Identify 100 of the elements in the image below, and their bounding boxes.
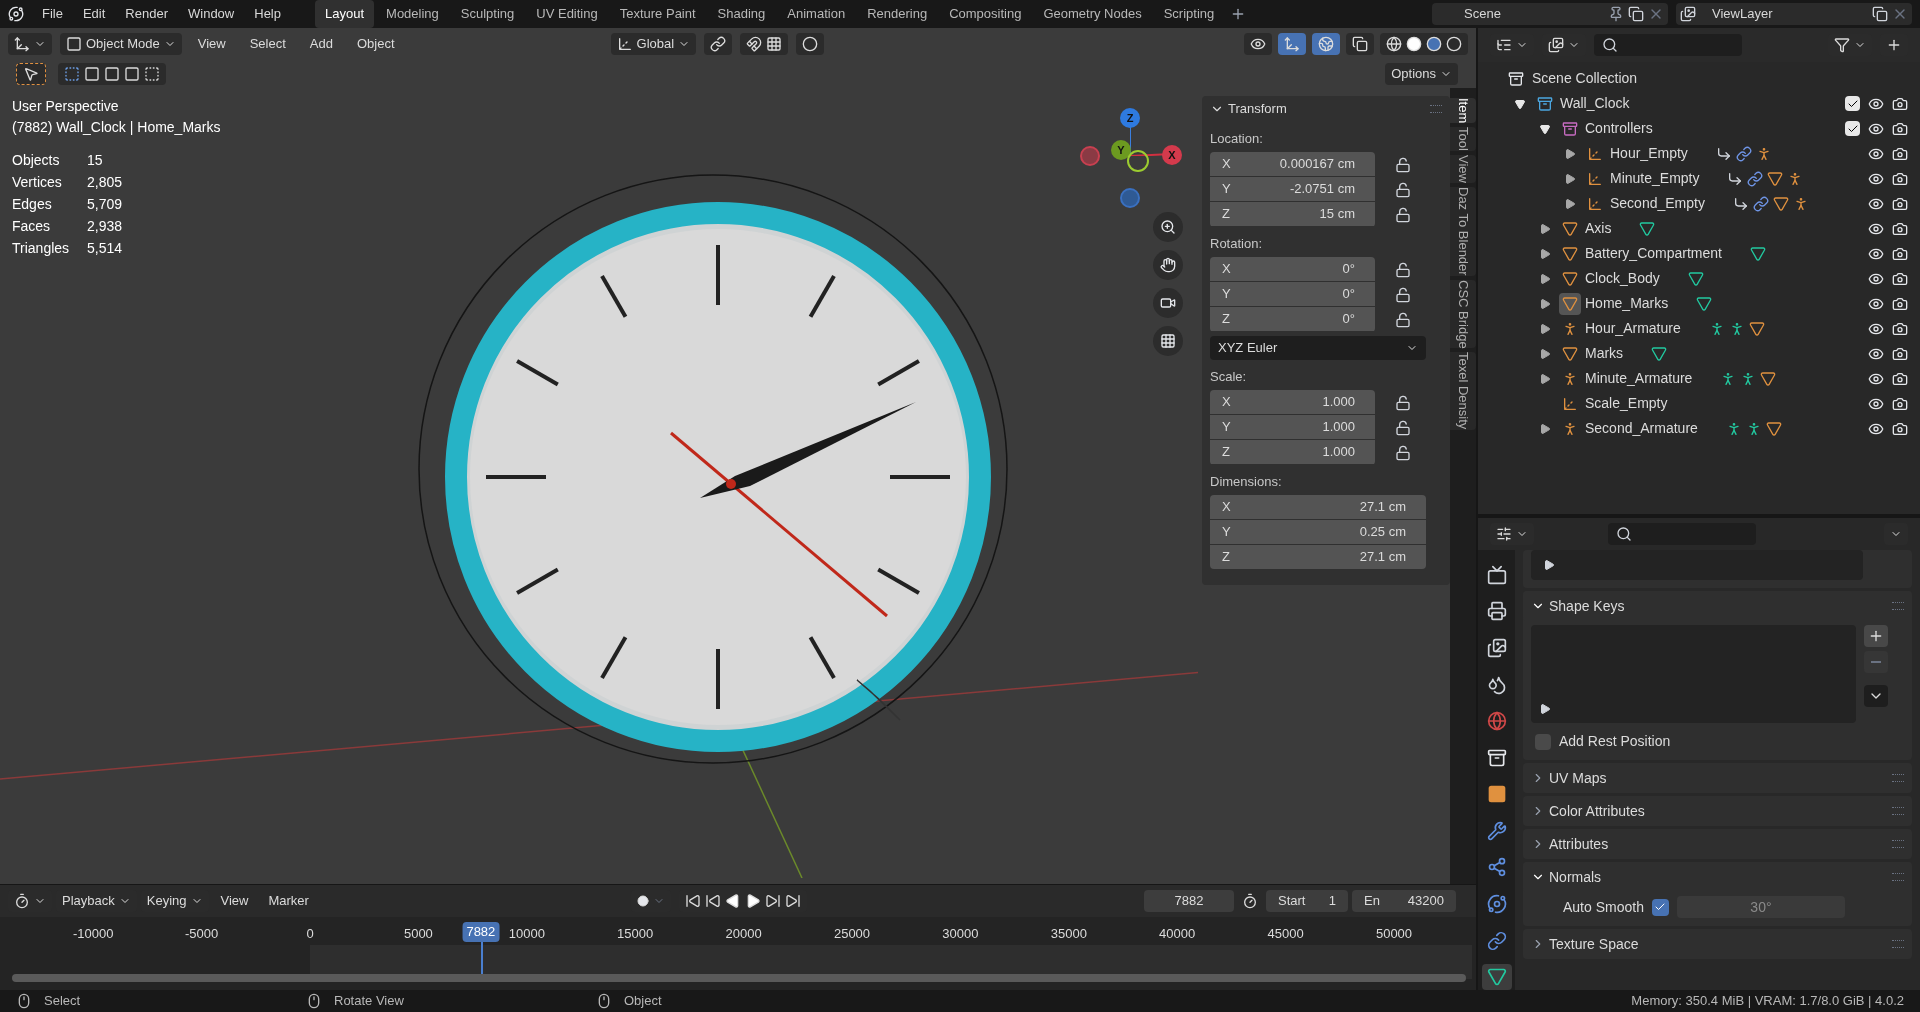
number-field[interactable]: Y 1.000 [1210, 415, 1375, 439]
camera-icon[interactable] [1892, 395, 1908, 412]
camera-icon[interactable] [1892, 120, 1908, 137]
outliner-item[interactable]: Controllers [1585, 118, 1653, 139]
current-frame-field[interactable]: 7882 [1144, 890, 1234, 912]
xray-button[interactable] [1346, 33, 1374, 55]
outliner-item[interactable]: Hour_Empty [1610, 143, 1688, 164]
collapsed-triangle-icon[interactable] [1539, 247, 1551, 260]
unlocked-icon[interactable] [1395, 286, 1411, 303]
outliner-item[interactable]: Scene Collection [1532, 68, 1638, 89]
checkbox[interactable] [1845, 121, 1860, 136]
number-field[interactable]: Y -2.0751 cm [1210, 177, 1375, 201]
outliner-item[interactable]: Second_Empty [1610, 193, 1705, 214]
shading-buttons[interactable] [1380, 33, 1468, 55]
menu-item[interactable]: Add [301, 34, 341, 54]
drag-handle-icon[interactable] [1892, 940, 1904, 948]
outliner-item[interactable]: Minute_Armature [1585, 368, 1693, 389]
axis-button[interactable]: Y [1111, 140, 1131, 160]
workspace-tab[interactable]: UV Editing [526, 0, 608, 28]
keyframe-forward-icon[interactable] [764, 893, 781, 909]
keyframe-back-icon[interactable] [704, 893, 721, 909]
link-icon[interactable] [1747, 170, 1764, 187]
outliner-item[interactable]: Clock_Body [1585, 268, 1660, 289]
collapsed-triangle-icon[interactable] [1564, 147, 1576, 160]
selection-mode-buttons[interactable] [58, 63, 166, 85]
panel-title[interactable]: Transform [1228, 99, 1287, 119]
menu-button[interactable] [1864, 685, 1888, 707]
remove-button[interactable] [1864, 651, 1888, 673]
drag-handle-icon[interactable] [1892, 873, 1904, 881]
menu-item[interactable]: Marker [260, 891, 317, 911]
camera-icon[interactable] [1892, 345, 1908, 362]
checkbox[interactable] [1535, 733, 1551, 750]
play-icon[interactable] [1539, 703, 1551, 715]
select-tool-button[interactable] [16, 63, 46, 85]
axis-button[interactable]: X [1162, 145, 1182, 165]
number-field[interactable]: Z 15 cm [1210, 202, 1375, 226]
play-icon[interactable] [1543, 559, 1555, 571]
panel-header[interactable]: Attributes [1523, 829, 1912, 859]
axis-button[interactable]: Z [1120, 108, 1140, 128]
sidebar-tab[interactable]: Texel Density [1450, 352, 1476, 430]
copy-icon[interactable] [1872, 6, 1888, 22]
collapsed-triangle-icon[interactable] [1564, 172, 1576, 185]
triangle-icon[interactable] [1749, 245, 1766, 262]
expanded-triangle-icon[interactable] [1539, 122, 1551, 135]
search-field[interactable] [1608, 523, 1756, 545]
drag-handle-icon[interactable] [1892, 807, 1904, 815]
camera-icon[interactable] [1892, 295, 1908, 312]
camera-icon[interactable] [1892, 270, 1908, 287]
options-dropdown[interactable]: Options [1385, 63, 1458, 85]
outliner-item[interactable]: Hour_Armature [1585, 318, 1681, 339]
number-field[interactable]: Z 1.000 [1210, 440, 1375, 464]
collapsed-triangle-icon[interactable] [1539, 297, 1551, 310]
menu-item[interactable]: View [212, 891, 257, 911]
sidebar-tab[interactable]: Tool [1450, 127, 1476, 152]
mode-dropdown[interactable]: Object Mode [60, 33, 182, 55]
copy-icon[interactable] [1628, 6, 1644, 22]
skip-back-icon[interactable] [684, 893, 701, 909]
triangle-icon[interactable] [1687, 270, 1704, 287]
unlocked-icon[interactable] [1395, 206, 1411, 223]
sidebar-tab[interactable]: View [1450, 155, 1476, 184]
proportional-button[interactable] [796, 33, 825, 55]
triangle-icon[interactable] [1772, 195, 1789, 212]
link-icon[interactable] [1752, 195, 1769, 212]
workspace-tab[interactable]: Scripting [1153, 0, 1225, 28]
search-field[interactable] [1594, 34, 1742, 56]
camera-icon[interactable] [1892, 245, 1908, 262]
camera-icon[interactable] [1892, 95, 1908, 112]
pin-icon[interactable] [1608, 6, 1624, 22]
collapsed-triangle-icon[interactable] [1564, 197, 1576, 210]
number-field[interactable]: X 0° [1210, 257, 1375, 281]
panel-header[interactable]: Texture Space [1523, 929, 1912, 959]
unlocked-icon[interactable] [1395, 181, 1411, 198]
unlocked-icon[interactable] [1395, 156, 1411, 173]
camera-icon[interactable] [1892, 370, 1908, 387]
checkbox[interactable] [1651, 898, 1669, 916]
outliner-item[interactable]: Marks [1585, 343, 1624, 364]
axis-button[interactable] [1127, 150, 1149, 172]
unlocked-icon[interactable] [1395, 261, 1411, 278]
overlay-button[interactable] [1312, 33, 1340, 55]
editor-type-button[interactable] [8, 33, 52, 55]
triangle-icon[interactable] [1748, 320, 1765, 337]
outliner-item[interactable]: Scale_Empty [1585, 393, 1668, 414]
start-frame-field[interactable]: Start 1 [1266, 890, 1348, 912]
workspace-tab[interactable]: Modeling [376, 0, 449, 28]
triangle-icon[interactable] [1639, 220, 1656, 237]
unlocked-icon[interactable] [1395, 311, 1411, 328]
panel-header[interactable]: UV Maps [1523, 763, 1912, 793]
sidebar-tab[interactable]: Item [1450, 98, 1476, 124]
number-field[interactable]: X 27.1 cm [1210, 495, 1426, 519]
number-field[interactable]: Y 0° [1210, 282, 1375, 306]
end-frame-field[interactable]: En 43200 [1352, 890, 1456, 912]
unlocked-icon[interactable] [1395, 444, 1411, 461]
menu-item[interactable]: View [189, 34, 234, 54]
arrow-icon[interactable] [1727, 170, 1744, 187]
workspace-tab[interactable]: Texture Paint [609, 0, 706, 28]
checkbox[interactable] [1845, 96, 1860, 111]
zoom-button[interactable] [1153, 212, 1183, 242]
number-field[interactable]: Z 27.1 cm [1210, 545, 1426, 569]
images-icon[interactable] [1680, 6, 1696, 22]
scene-selector[interactable]: Scene [1432, 3, 1668, 25]
